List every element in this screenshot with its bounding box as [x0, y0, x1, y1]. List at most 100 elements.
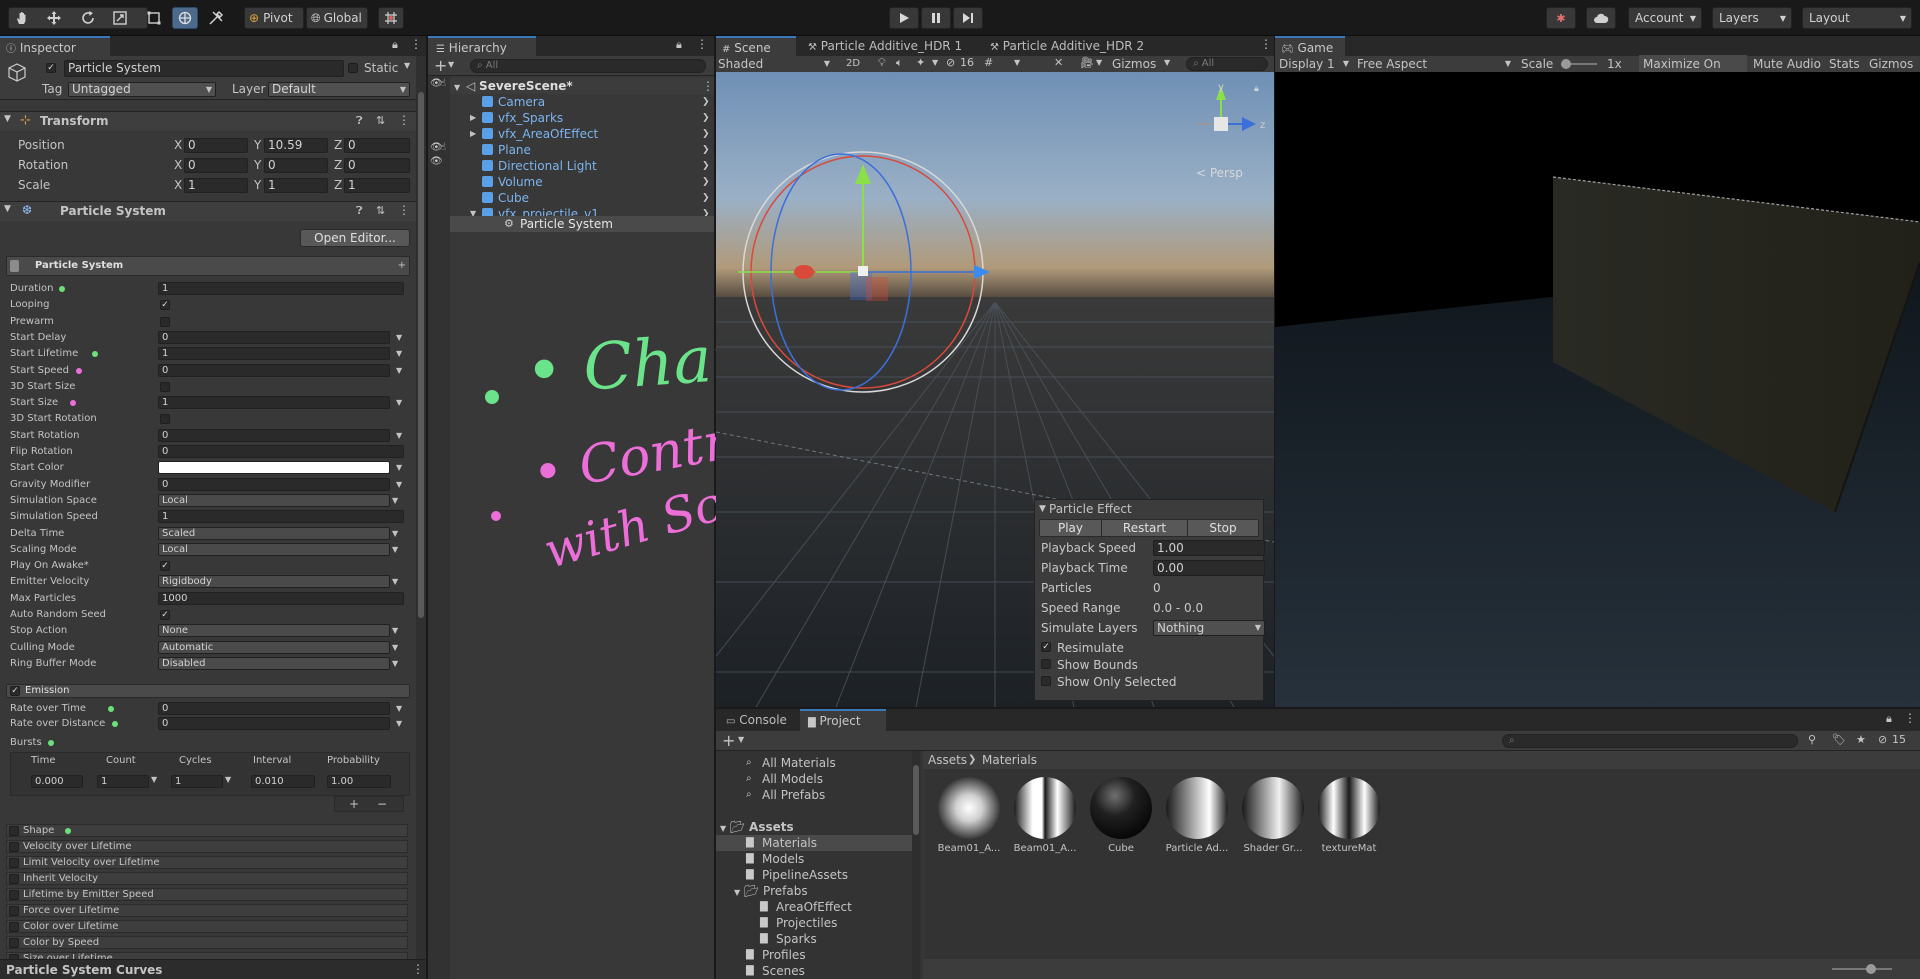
expand-arrow-icon[interactable]: ▶: [470, 110, 476, 126]
account-dropdown[interactable]: Account ▼: [1628, 7, 1702, 29]
prefabs-row[interactable]: ▼ 📂︎ Prefabs: [716, 883, 916, 899]
rate-over-distance-field[interactable]: 0: [158, 717, 390, 730]
lock-icon[interactable]: 🔒︎: [392, 38, 398, 52]
ps-module-force-over-lifetime[interactable]: Force over Lifetime: [6, 904, 408, 917]
position-z-field[interactable]: 0: [344, 138, 410, 153]
breadcrumb-materials[interactable]: Materials: [982, 751, 1037, 769]
tab-project[interactable]: ▇ Project: [800, 709, 886, 731]
assets-root-row[interactable]: ▼ 📂︎ Assets: [716, 819, 916, 835]
help-icon[interactable]: ❓︎: [356, 204, 363, 218]
ps-prop-field[interactable]: Automatic: [158, 640, 390, 654]
ps-prop-field[interactable]: 0: [158, 330, 390, 344]
tab-game[interactable]: 🎮︎ Game: [1275, 36, 1345, 56]
ps-prop-checkbox[interactable]: ✓: [160, 300, 170, 311]
chevron-down-icon[interactable]: ▼: [396, 428, 402, 444]
ps-module-inherit-velocity[interactable]: Inherit Velocity: [6, 872, 408, 885]
preset-icon[interactable]: ⇅: [376, 114, 385, 127]
hierarchy-selected-row[interactable]: ⚙︎ Particle System: [450, 216, 714, 232]
scroll-thumb[interactable]: [418, 92, 424, 618]
folder-tree-scrollbar[interactable]: [912, 751, 920, 979]
game-viewport[interactable]: [1275, 72, 1920, 707]
burst-cycles-field[interactable]: 1: [171, 775, 223, 788]
chevron-right-icon[interactable]: ❯: [702, 158, 710, 174]
chevron-down-icon[interactable]: ▼: [392, 623, 398, 639]
tab-hierarchy[interactable]: ☰ Hierarchy: [428, 36, 536, 56]
chevron-down-icon[interactable]: ▼: [1096, 58, 1102, 67]
ps-prop-field[interactable]: Scaled: [158, 526, 390, 540]
folder-materials[interactable]: ▇ Materials: [716, 835, 912, 851]
ps-module-velocity-over-lifetime[interactable]: Velocity over Lifetime: [6, 840, 408, 853]
ps-prop-checkbox[interactable]: [160, 381, 170, 392]
lock-icon[interactable]: 🔒︎: [1254, 84, 1259, 94]
play-button[interactable]: [889, 7, 919, 29]
asset-2[interactable]: Beam01_A...: [1010, 777, 1080, 854]
hierarchy-item-camera[interactable]: Camera ❯: [450, 94, 714, 110]
kebab-menu-icon[interactable]: ⋮: [398, 203, 410, 217]
static-checkbox[interactable]: [348, 63, 358, 73]
module-checkbox[interactable]: [9, 842, 19, 852]
show-bounds-checkbox[interactable]: [1041, 659, 1051, 669]
foldout-arrow-icon[interactable]: ▼: [4, 204, 11, 214]
scale-x-field[interactable]: 1: [184, 178, 248, 193]
camera-icon[interactable]: 🎥︎: [1080, 56, 1094, 69]
add-icon[interactable]: +: [434, 56, 447, 75]
audio-icon[interactable]: 🔈︎: [896, 56, 903, 70]
folder-projectiles[interactable]: ▇ Projectiles: [716, 915, 912, 931]
chevron-down-icon[interactable]: ▼: [738, 735, 744, 744]
chevron-down-icon[interactable]: ▼: [392, 656, 398, 672]
hierarchy-search-input[interactable]: ⌕ All: [470, 59, 706, 73]
chevron-down-icon[interactable]: ▼: [392, 640, 398, 656]
ps-prop-field[interactable]: 1: [158, 347, 390, 361]
static-dropdown-icon[interactable]: ▼: [404, 61, 410, 70]
scale-y-field[interactable]: 1: [264, 178, 328, 193]
folder-all-models[interactable]: ⌕ All Models: [716, 771, 912, 787]
tab-inspector[interactable]: ⓘ Inspector: [0, 36, 110, 56]
game-gizmos-dropdown[interactable]: Gizmos: [1869, 55, 1919, 73]
ps-prop-field[interactable]: 1: [158, 396, 390, 410]
pivot-toggle[interactable]: ⊕ Pivot: [244, 7, 304, 29]
filter-by-label-icon[interactable]: 🏷︎: [1832, 733, 1846, 746]
chevron-down-icon[interactable]: ▼: [392, 574, 398, 590]
ps-module-color-by-speed[interactable]: Color by Speed: [6, 936, 408, 949]
foldout-arrow-icon[interactable]: ▼: [454, 83, 460, 92]
pause-button[interactable]: [921, 7, 951, 29]
display-dropdown[interactable]: Display 1 ▼: [1279, 55, 1355, 73]
chevron-right-icon[interactable]: ❯: [702, 174, 710, 190]
asset-1[interactable]: Beam01_A...: [934, 777, 1004, 854]
pickable-icon[interactable]: ☝︎: [440, 78, 446, 89]
mute-audio-toggle[interactable]: Mute Audio: [1753, 55, 1823, 73]
particle-system-header[interactable]: ▼ ❆ Particle System ❓︎ ⇅ ⋮: [0, 201, 418, 221]
chevron-down-icon[interactable]: ▼: [396, 460, 402, 476]
lock-icon[interactable]: 🔒︎: [1886, 712, 1892, 726]
kebab-menu-icon[interactable]: ⋮: [696, 37, 708, 51]
module-checkbox[interactable]: [9, 906, 19, 916]
ps-prop-field[interactable]: Disabled: [158, 656, 390, 670]
lock-icon[interactable]: 🔒︎: [676, 38, 682, 52]
hierarchy-item-vfx-areaofeffect[interactable]: ▶ vfx_AreaOfEffect ❯: [450, 126, 714, 142]
chevron-down-icon[interactable]: ▼: [396, 346, 402, 362]
ps-prop-checkbox[interactable]: ✓: [160, 610, 170, 620]
kebab-menu-icon[interactable]: ⋮: [1904, 711, 1916, 725]
kebab-menu-icon[interactable]: ⋮: [410, 37, 422, 51]
asset-6[interactable]: textureMat: [1314, 777, 1384, 854]
ps-prop-field[interactable]: 1000: [158, 591, 404, 605]
tab-console[interactable]: ▭ Console: [718, 709, 798, 731]
curves-panel-header[interactable]: Particle System Curves ⋮: [0, 959, 426, 979]
kebab-menu-icon[interactable]: ⋮: [398, 113, 410, 127]
chevron-down-icon[interactable]: ▼: [392, 493, 398, 509]
start-color-swatch[interactable]: [158, 461, 390, 475]
module-checkbox[interactable]: [9, 858, 19, 868]
filter-by-type-icon[interactable]: ⚲: [1808, 733, 1816, 746]
help-icon[interactable]: ❓︎: [356, 114, 363, 128]
asset-5[interactable]: Shader Gr...: [1238, 777, 1308, 854]
add-icon[interactable]: +: [398, 260, 406, 271]
show-bounds-row[interactable]: Show Bounds: [1041, 656, 1265, 674]
module-checkbox[interactable]: [9, 938, 19, 948]
tab-particle-hdr-1[interactable]: ⚒︎ Particle Additive_HDR 1: [800, 36, 980, 56]
zoom-slider-thumb[interactable]: [1866, 964, 1876, 974]
ps-prop-checkbox[interactable]: [160, 316, 170, 327]
tab-scene[interactable]: # Scene: [716, 36, 796, 56]
ps-prop-field[interactable]: 1: [158, 282, 404, 295]
hierarchy-item-volume[interactable]: Volume ❯: [450, 174, 714, 190]
inspector-scrollbar[interactable]: [416, 56, 426, 959]
